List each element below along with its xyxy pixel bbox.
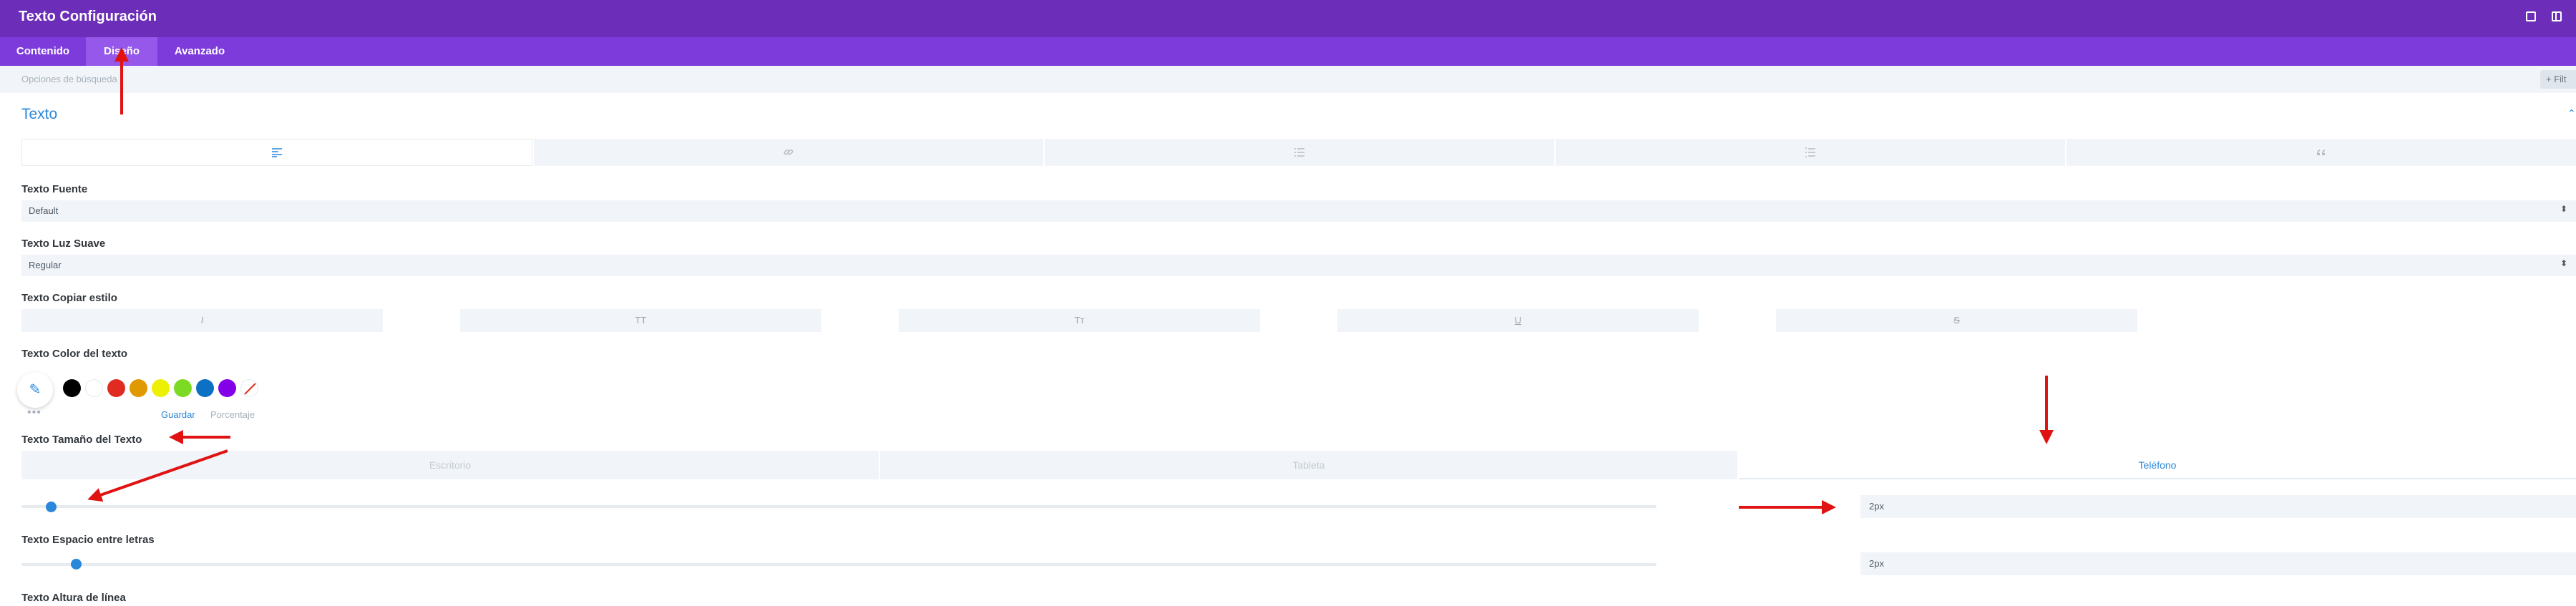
- ordered-list-icon[interactable]: [1556, 139, 2065, 166]
- size-slider-thumb[interactable]: [46, 502, 57, 512]
- chevron-up-icon[interactable]: ⌃: [2567, 107, 2576, 119]
- tab-desktop[interactable]: Escritorio: [21, 451, 879, 479]
- swatch-red[interactable]: [107, 379, 125, 397]
- tab-tablet[interactable]: Tableta: [880, 451, 1737, 479]
- quote-icon[interactable]: [2067, 139, 2576, 166]
- spacing-input-value: 2px: [1869, 558, 1884, 569]
- device-tabs: Escritorio Tableta Teléfono: [21, 451, 2576, 479]
- select-arrows-icon: ⬍: [2560, 258, 2567, 268]
- swatch-white[interactable]: [85, 379, 103, 397]
- more-options-icon[interactable]: •••: [27, 406, 42, 419]
- lineheight-label: Texto Altura de línea: [21, 592, 126, 604]
- link-icon[interactable]: [534, 139, 1043, 166]
- font-select-value: Default: [29, 205, 59, 216]
- size-input[interactable]: 2px: [1860, 495, 2576, 518]
- no-color-icon[interactable]: [240, 379, 258, 397]
- align-left-icon[interactable]: [21, 139, 532, 166]
- section-title[interactable]: Texto: [21, 106, 57, 123]
- list-icon[interactable]: [1045, 139, 1554, 166]
- spacing-input[interactable]: 2px: [1860, 552, 2576, 575]
- weight-select-value: Regular: [29, 260, 62, 270]
- text-alignment-tabs: [21, 139, 2576, 166]
- settings-tabs: Contenido Diseño Avanzado: [0, 37, 2576, 66]
- style-label: Texto Copiar estilo: [21, 292, 117, 304]
- size-input-value: 2px: [1869, 501, 1884, 512]
- color-label: Texto Color del texto: [21, 348, 128, 360]
- spacing-label: Texto Espacio entre letras: [21, 534, 155, 546]
- search-bar[interactable]: Opciones de búsqueda + Filt: [0, 66, 2576, 93]
- tab-avanzado[interactable]: Avanzado: [157, 37, 242, 66]
- swatch-green[interactable]: [174, 379, 192, 397]
- tab-diseno[interactable]: Diseño: [86, 37, 157, 66]
- sidebar-toggle-icon[interactable]: [2552, 11, 2562, 21]
- swatch-black[interactable]: [63, 379, 81, 397]
- weight-select[interactable]: Regular ⬍: [21, 255, 2576, 276]
- uppercase-button[interactable]: TT: [460, 309, 821, 332]
- capitalize-button[interactable]: Tт: [899, 309, 1260, 332]
- swatch-blue[interactable]: [196, 379, 214, 397]
- tab-phone[interactable]: Teléfono: [1739, 451, 2576, 479]
- size-slider-track[interactable]: [21, 505, 1657, 508]
- weight-label: Texto Luz Suave: [21, 238, 106, 250]
- text-style-buttons: I TT Tт U S: [21, 309, 2140, 332]
- swatch-yellow[interactable]: [152, 379, 170, 397]
- eyedropper-icon[interactable]: ✎: [17, 372, 53, 408]
- search-placeholder[interactable]: Opciones de búsqueda: [21, 74, 117, 84]
- swatch-purple[interactable]: [218, 379, 236, 397]
- tab-contenido[interactable]: Contenido: [0, 37, 86, 66]
- italic-button[interactable]: I: [21, 309, 383, 332]
- strikethrough-button[interactable]: S: [1776, 309, 2137, 332]
- swatch-orange[interactable]: [130, 379, 147, 397]
- title-bar: Texto Configuración: [0, 0, 2576, 37]
- select-arrows-icon: ⬍: [2560, 204, 2567, 214]
- percentage-link[interactable]: Porcentaje: [210, 409, 255, 420]
- save-color-link[interactable]: Guardar: [161, 409, 195, 420]
- size-label: Texto Tamaño del Texto: [21, 434, 142, 446]
- window-title: Texto Configuración: [19, 9, 157, 24]
- spacing-slider-track[interactable]: [21, 563, 1657, 566]
- font-select[interactable]: Default ⬍: [21, 200, 2576, 222]
- underline-button[interactable]: U: [1337, 309, 1699, 332]
- expand-icon[interactable]: [2526, 11, 2536, 21]
- spacing-slider-thumb[interactable]: [70, 559, 82, 570]
- font-label: Texto Fuente: [21, 183, 88, 195]
- filter-button[interactable]: + Filt: [2540, 70, 2576, 89]
